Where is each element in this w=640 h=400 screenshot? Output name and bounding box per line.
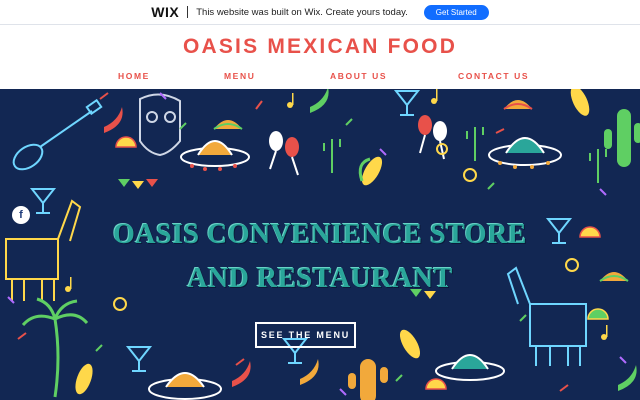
nav-contact-us[interactable]: CONTACT US xyxy=(458,71,529,81)
nav-menu[interactable]: MENU xyxy=(224,71,255,81)
hero-title-line1: OASIS CONVENIENCE STORE xyxy=(113,219,527,250)
taco-icon xyxy=(503,100,533,110)
guitar-icon xyxy=(12,98,103,171)
wix-banner: WIX This website was built on Wix. Creat… xyxy=(0,0,640,25)
main-nav: HOME MENU ABOUT US CONTACT US xyxy=(0,71,640,83)
hero-title-line2: AND RESTAURANT xyxy=(187,263,453,294)
sombrero-icon xyxy=(148,372,222,400)
corn-icon xyxy=(399,329,421,359)
see-the-menu-button[interactable]: SEE THE MENU xyxy=(255,322,356,348)
cactus-icon xyxy=(348,359,388,400)
hero-section: f OASIS CONVENIENCE STORE AND RESTAURANT… xyxy=(0,89,640,400)
site-title[interactable]: OASIS MEXICAN FOOD xyxy=(0,35,640,59)
maracas-icon xyxy=(269,131,299,176)
wix-banner-message: This website was built on Wix. Create yo… xyxy=(196,6,408,18)
banner-divider xyxy=(187,6,189,18)
maracas-icon xyxy=(418,115,447,160)
nav-about-us[interactable]: ABOUT US xyxy=(330,71,387,81)
taco-icon xyxy=(213,120,243,130)
corn-icon xyxy=(570,89,590,116)
cactus-icon xyxy=(604,109,640,167)
sombrero-icon xyxy=(180,140,250,171)
site-header: OASIS MEXICAN FOOD HOME MENU ABOUT US CO… xyxy=(0,25,640,89)
sombrero-icon xyxy=(488,137,562,169)
get-started-button[interactable]: Get Started xyxy=(423,4,489,20)
corn-icon xyxy=(75,363,93,395)
music-note-icon xyxy=(65,89,608,340)
corn-icon xyxy=(358,156,383,186)
skull-icon xyxy=(139,93,181,157)
nav-home[interactable]: HOME xyxy=(118,71,150,81)
sombrero-icon xyxy=(435,354,505,381)
wix-logo[interactable]: WIX xyxy=(151,4,179,20)
